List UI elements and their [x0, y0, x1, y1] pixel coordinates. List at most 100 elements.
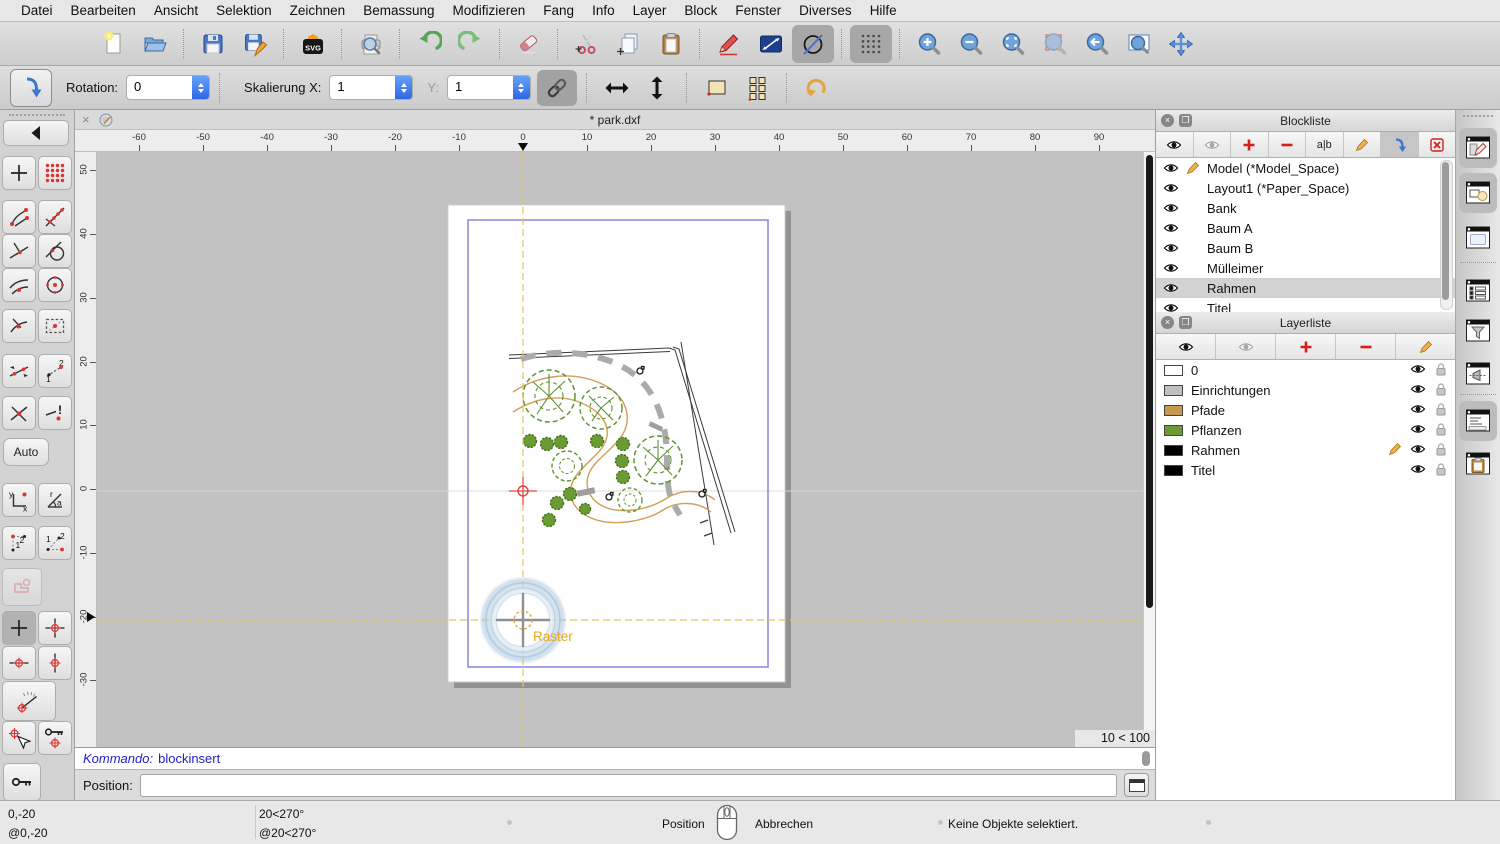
- layer-visibility-eye-icon[interactable]: [1410, 421, 1426, 440]
- snap-nearest-button[interactable]: [2, 268, 36, 302]
- layer-lock-icon[interactable]: [1433, 441, 1449, 460]
- dock-drag-handle[interactable]: [1463, 115, 1493, 117]
- flip-vertical-button[interactable]: [637, 70, 677, 106]
- rotation-stepper[interactable]: [192, 76, 210, 99]
- purge-block-button[interactable]: [1419, 132, 1456, 157]
- snap-distance-manual-button[interactable]: 12: [38, 354, 72, 388]
- undo-button[interactable]: [408, 25, 450, 63]
- menu-fang[interactable]: Fang: [534, 3, 583, 18]
- layer-lock-icon[interactable]: [1433, 421, 1449, 440]
- menu-selektion[interactable]: Selektion: [207, 3, 281, 18]
- layer-visibility-eye-icon[interactable]: [1410, 401, 1426, 420]
- menu-zeichnen[interactable]: Zeichnen: [281, 3, 355, 18]
- command-line-dock-icon[interactable]: [1459, 401, 1497, 441]
- zoom-previous-button[interactable]: [1076, 25, 1118, 63]
- menu-info[interactable]: Info: [583, 3, 624, 18]
- property-editor-dock-icon[interactable]: [1459, 128, 1497, 168]
- menu-layer[interactable]: Layer: [624, 3, 676, 18]
- clipboard-panel-dock-icon[interactable]: [1459, 444, 1497, 484]
- scale-y-value[interactable]: 1: [448, 76, 513, 99]
- edit-block-button[interactable]: [1344, 132, 1381, 157]
- restrict-vertical-button[interactable]: [38, 646, 72, 680]
- snap-center-button[interactable]: [38, 268, 72, 302]
- menu-modifizieren[interactable]: Modifizieren: [444, 3, 535, 18]
- lock-relative-zero-button[interactable]: [38, 721, 72, 755]
- edit-layer-button[interactable]: [1396, 334, 1455, 359]
- menu-block[interactable]: Block: [675, 3, 726, 18]
- layer-lock-icon[interactable]: [1433, 361, 1449, 380]
- block-row-baum-b[interactable]: Baum B: [1156, 238, 1455, 258]
- block-visibility-eye-icon[interactable]: [1156, 180, 1185, 196]
- save-file-button[interactable]: [192, 25, 234, 63]
- flip-horizontal-button[interactable]: [597, 70, 637, 106]
- redo-button[interactable]: [450, 25, 492, 63]
- single-insert-button[interactable]: [697, 70, 737, 106]
- block-list-scrollbar[interactable]: [1440, 160, 1453, 310]
- block-row-baum-a[interactable]: Baum A: [1156, 218, 1455, 238]
- layer-row-0[interactable]: 0: [1156, 360, 1455, 380]
- scale-y-stepper[interactable]: [512, 76, 530, 99]
- zoom-window-button[interactable]: [1118, 25, 1160, 63]
- auto-button[interactable]: Auto: [3, 438, 49, 466]
- back-button[interactable]: [3, 120, 69, 146]
- block-visibility-eye-icon[interactable]: [1156, 300, 1185, 312]
- block-list-dock-icon[interactable]: [1459, 173, 1497, 213]
- coordinate-cartesian-button[interactable]: yx: [2, 483, 36, 517]
- menu-ansicht[interactable]: Ansicht: [145, 3, 207, 18]
- rotation-value[interactable]: 0: [127, 76, 192, 99]
- block-row-bank[interactable]: Bank: [1156, 198, 1455, 218]
- print-preview-button[interactable]: [350, 25, 392, 63]
- set-relative-zero-button[interactable]: [2, 721, 36, 755]
- hide-all-blocks-button[interactable]: [1194, 132, 1231, 157]
- menu-bearbeiten[interactable]: Bearbeiten: [62, 3, 145, 18]
- paste-button[interactable]: [650, 25, 692, 63]
- add-layer-button[interactable]: [1276, 334, 1336, 359]
- scale-y-spinner[interactable]: 1: [446, 75, 531, 100]
- relative-polar-button[interactable]: 12: [38, 526, 72, 560]
- remove-block-button[interactable]: [1269, 132, 1306, 157]
- scrollbar-thumb[interactable]: [1146, 155, 1153, 608]
- drawing-canvas[interactable]: Raster: [97, 152, 1143, 747]
- block-row-layout1-paper-space[interactable]: Layout1 (*Paper_Space): [1156, 178, 1455, 198]
- array-insert-button[interactable]: [737, 70, 777, 106]
- zoom-in-button[interactable]: [908, 25, 950, 63]
- insert-block-button[interactable]: [1381, 132, 1419, 157]
- selection-filter-dock-icon[interactable]: [1459, 311, 1497, 351]
- open-file-button[interactable]: [134, 25, 176, 63]
- layer-visibility-eye-icon[interactable]: [1410, 441, 1426, 460]
- canvas-vertical-scrollbar[interactable]: [1143, 152, 1155, 747]
- restrict-off-button[interactable]: [2, 611, 36, 645]
- coordinate-polar-button[interactable]: ra: [38, 483, 72, 517]
- block-row-rahmen[interactable]: Rahmen: [1156, 278, 1455, 298]
- snap-endpoints-button[interactable]: [2, 200, 36, 234]
- scale-x-stepper[interactable]: [395, 76, 413, 99]
- menu-diverses[interactable]: Diverses: [790, 3, 861, 18]
- position-options-button[interactable]: [1124, 773, 1149, 797]
- show-all-layers-button[interactable]: [1156, 334, 1216, 359]
- layer-lock-icon[interactable]: [1433, 401, 1449, 420]
- snap-distance-button[interactable]: [2, 354, 36, 388]
- toolbar-drag-handle[interactable]: [9, 114, 65, 116]
- layer-row-pfade[interactable]: Pfade: [1156, 400, 1455, 420]
- layer-visibility-eye-icon[interactable]: [1410, 461, 1426, 480]
- block-row-titel[interactable]: Titel: [1156, 298, 1455, 312]
- command-scrollbar[interactable]: [1142, 751, 1150, 766]
- relative-zero-key-button[interactable]: [3, 763, 41, 801]
- new-file-button[interactable]: [92, 25, 134, 63]
- layer-visibility-eye-icon[interactable]: [1410, 361, 1426, 380]
- block-insert-tool-button[interactable]: [10, 68, 52, 107]
- layer-row-titel[interactable]: Titel: [1156, 460, 1455, 480]
- section-view-dock-icon[interactable]: [1459, 354, 1497, 394]
- restrict-horizontal-button[interactable]: [2, 646, 36, 680]
- hide-all-layers-button[interactable]: [1216, 334, 1276, 359]
- rename-block-button[interactable]: a|b: [1306, 132, 1344, 157]
- snap-on-entity-button[interactable]: [38, 200, 72, 234]
- distance-measure-button[interactable]: [750, 25, 792, 63]
- layer-visibility-eye-icon[interactable]: [1410, 381, 1426, 400]
- layer-row-rahmen[interactable]: Rahmen: [1156, 440, 1455, 460]
- block-row-model-model-space[interactable]: Model (*Model_Space): [1156, 158, 1455, 178]
- menu-datei[interactable]: Datei: [12, 3, 62, 18]
- restrict-settings-button[interactable]: [2, 568, 42, 606]
- rotation-spinner[interactable]: 0: [126, 75, 211, 100]
- scale-x-spinner[interactable]: 1: [329, 75, 414, 100]
